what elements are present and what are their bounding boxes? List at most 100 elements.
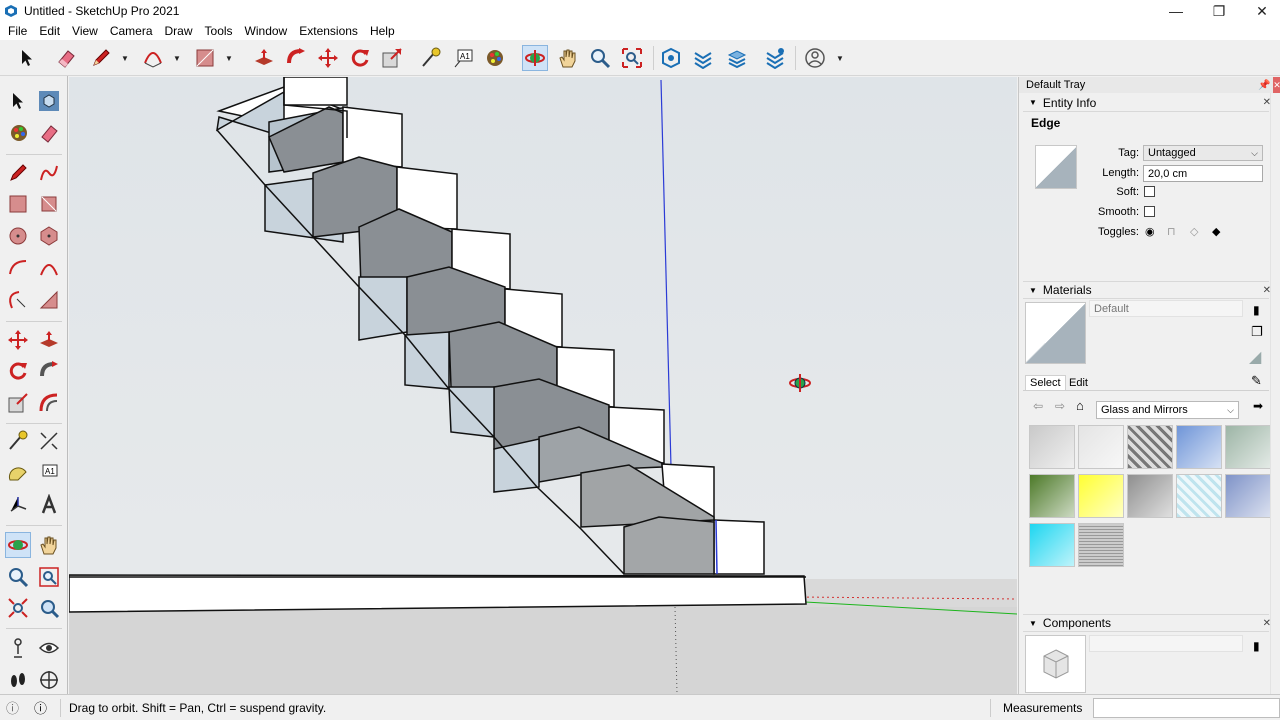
- circle-tool[interactable]: [5, 223, 31, 249]
- line-tool-dropdown[interactable]: ▼: [120, 53, 130, 63]
- material-swatch[interactable]: [1176, 474, 1222, 518]
- tape-measure-tool[interactable]: [5, 428, 31, 454]
- rectangle-tool-button[interactable]: [192, 45, 218, 71]
- menu-file[interactable]: File: [2, 24, 33, 38]
- rotated-rectangle-tool[interactable]: [36, 191, 62, 217]
- material-swatch[interactable]: [1127, 425, 1173, 469]
- info-icon[interactable]: ⓘ: [34, 698, 47, 717]
- follow-me-tool-button[interactable]: [283, 45, 309, 71]
- measurements-input[interactable]: [1093, 698, 1280, 718]
- component-options-icon[interactable]: ▮: [1253, 639, 1260, 653]
- geo-location-icon[interactable]: ⓘ: [6, 698, 19, 717]
- account-button[interactable]: [802, 45, 828, 71]
- material-swatch[interactable]: [1078, 425, 1124, 469]
- pie-tool[interactable]: [36, 287, 62, 313]
- back-arrow-icon[interactable]: ⇦: [1033, 399, 1043, 413]
- layout-button[interactable]: [724, 45, 750, 71]
- move-tool[interactable]: [5, 327, 31, 353]
- tape-measure-tool-button[interactable]: [418, 45, 444, 71]
- close-window-button[interactable]: ✕: [1239, 0, 1280, 22]
- paint-bucket-tool[interactable]: [5, 120, 31, 146]
- axes-tool[interactable]: [5, 492, 31, 518]
- select-tool[interactable]: [5, 88, 31, 114]
- zoom-extents-tool[interactable]: [5, 595, 31, 621]
- component-name-field[interactable]: [1089, 635, 1243, 652]
- material-name-field[interactable]: Default: [1089, 300, 1243, 317]
- zoom-tool-button[interactable]: [587, 45, 613, 71]
- zoom-window-tool[interactable]: [36, 564, 62, 590]
- protractor-tool[interactable]: [5, 460, 31, 486]
- material-swatch[interactable]: [1078, 474, 1124, 518]
- material-swatch[interactable]: [1078, 523, 1124, 567]
- push-pull-tool[interactable]: [36, 327, 62, 353]
- walk-tool[interactable]: [5, 667, 31, 693]
- line-tool-button[interactable]: [88, 45, 114, 71]
- sample-paint-icon[interactable]: ✎: [1251, 373, 1262, 389]
- extension-warehouse-button[interactable]: [690, 45, 716, 71]
- menu-edit[interactable]: Edit: [33, 24, 66, 38]
- orbit-tool[interactable]: [5, 532, 31, 558]
- cast-shadows-icon[interactable]: ◇: [1190, 225, 1198, 238]
- receive-shadows-icon[interactable]: ◆: [1212, 225, 1220, 238]
- material-collection-dropdown[interactable]: Glass and Mirrors ⌵: [1096, 401, 1239, 419]
- details-arrow-icon[interactable]: ➡: [1253, 399, 1263, 413]
- soft-checkbox[interactable]: [1144, 186, 1155, 197]
- zoom-extents-button[interactable]: [619, 45, 645, 71]
- move-tool-button[interactable]: [315, 45, 341, 71]
- tag-dropdown[interactable]: Untagged ⌵: [1143, 145, 1263, 161]
- maximize-button[interactable]: ❐: [1196, 0, 1242, 22]
- position-camera-tool[interactable]: [5, 635, 31, 661]
- visibility-eye-icon[interactable]: ◉: [1145, 225, 1155, 238]
- create-material-icon[interactable]: ▮: [1253, 303, 1260, 317]
- two-point-arc-tool[interactable]: [36, 255, 62, 281]
- follow-me-tool[interactable]: [36, 358, 62, 384]
- arc-tool-button[interactable]: [140, 45, 166, 71]
- smooth-checkbox[interactable]: [1144, 206, 1155, 217]
- line-tool[interactable]: [5, 160, 31, 186]
- eraser-tool-button[interactable]: [53, 45, 79, 71]
- eraser-tool[interactable]: [36, 120, 62, 146]
- rotate-tool[interactable]: [5, 358, 31, 384]
- zoom-tool[interactable]: [5, 564, 31, 590]
- text-tool-button[interactable]: A1: [451, 45, 477, 71]
- rectangle-tool[interactable]: [5, 191, 31, 217]
- dimension-tool[interactable]: [36, 428, 62, 454]
- display-secondary-selection-icon[interactable]: ❐: [1251, 324, 1263, 340]
- default-material-icon[interactable]: ◢: [1249, 347, 1261, 367]
- polygon-tool[interactable]: [36, 223, 62, 249]
- menu-tools[interactable]: Tools: [199, 24, 239, 38]
- menu-draw[interactable]: Draw: [159, 24, 199, 38]
- account-dropdown[interactable]: ▼: [835, 53, 845, 63]
- material-swatch[interactable]: [1225, 425, 1271, 469]
- orbit-tool-button[interactable]: [522, 45, 548, 71]
- components-header[interactable]: ▼ Components ✕: [1023, 614, 1271, 632]
- three-point-arc-tool[interactable]: [5, 287, 31, 313]
- lock-icon[interactable]: ⊓: [1167, 225, 1176, 238]
- push-pull-tool-button[interactable]: [251, 45, 277, 71]
- menu-extensions[interactable]: Extensions: [293, 24, 364, 38]
- arc-tool-dropdown[interactable]: ▼: [172, 53, 182, 63]
- material-swatch[interactable]: [1176, 425, 1222, 469]
- forward-arrow-icon[interactable]: ⇨: [1055, 399, 1065, 413]
- section-plane-tool[interactable]: [36, 667, 62, 693]
- previous-view-tool[interactable]: [36, 595, 62, 621]
- home-icon[interactable]: ⌂: [1076, 398, 1084, 413]
- scale-tool-button[interactable]: [379, 45, 405, 71]
- pan-tool-button[interactable]: [555, 45, 581, 71]
- menu-window[interactable]: Window: [239, 24, 294, 38]
- materials-header[interactable]: ▼ Materials ✕: [1023, 281, 1271, 299]
- material-swatch[interactable]: [1225, 474, 1271, 518]
- material-swatch[interactable]: [1029, 425, 1075, 469]
- paint-bucket-tool-button[interactable]: [481, 45, 507, 71]
- pin-icon[interactable]: 📌: [1258, 80, 1270, 91]
- look-around-tool[interactable]: [36, 635, 62, 661]
- material-swatch[interactable]: [1029, 523, 1075, 567]
- tab-select[interactable]: Select: [1025, 375, 1066, 390]
- warehouse-button[interactable]: [658, 45, 684, 71]
- make-component-tool[interactable]: [36, 88, 62, 114]
- freehand-tool[interactable]: [36, 160, 62, 186]
- pan-tool[interactable]: [36, 532, 62, 558]
- select-tool-button[interactable]: [14, 45, 40, 71]
- 3d-viewport[interactable]: [69, 77, 1017, 694]
- minimize-button[interactable]: —: [1153, 0, 1199, 22]
